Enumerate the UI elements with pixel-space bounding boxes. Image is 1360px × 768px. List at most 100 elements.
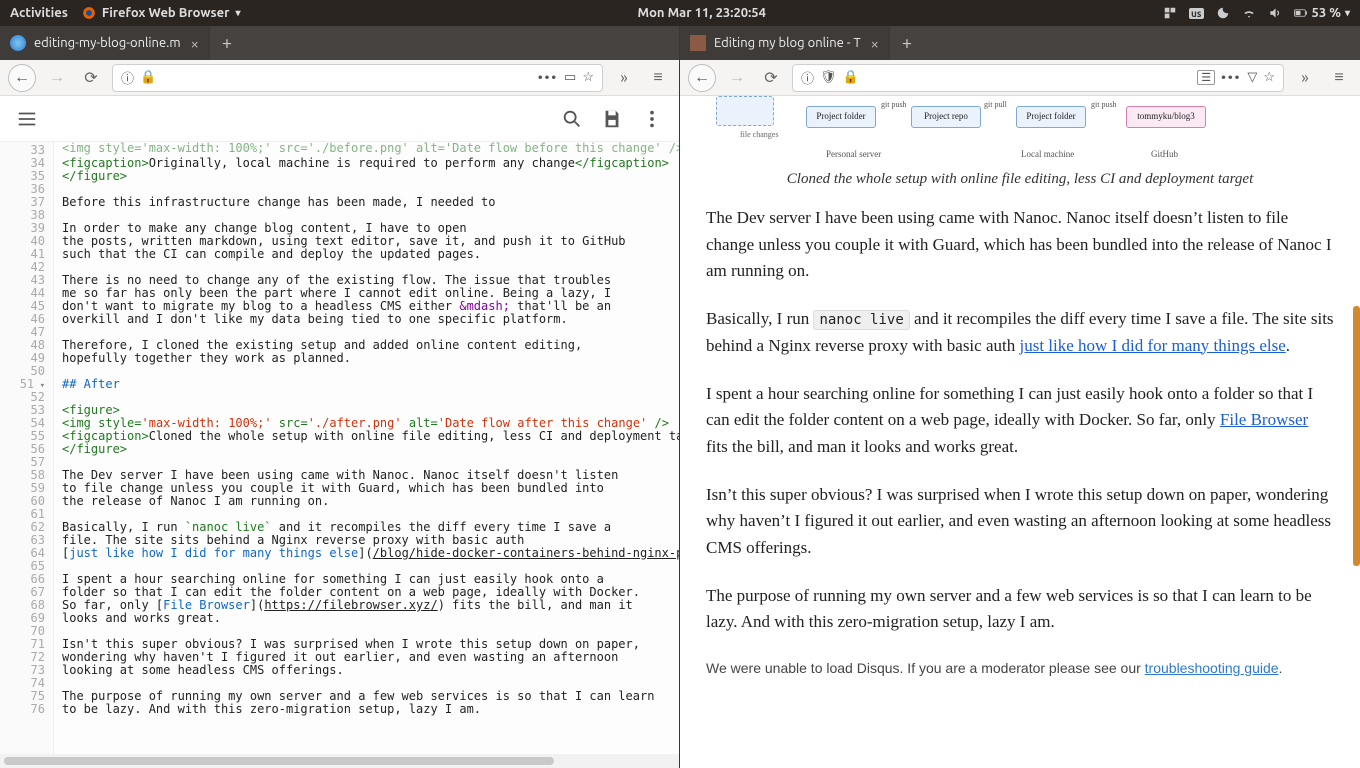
- browser-toolbar: ← → ⟳ ⓘ 🛡 🔒 ☰ ••• ▽ ☆ » ≡: [680, 60, 1360, 96]
- paragraph: Isn’t this super obvious? I was surprise…: [706, 482, 1334, 561]
- reader-mode-icon[interactable]: ☰: [1197, 70, 1215, 85]
- code-line[interactable]: [just like how I did for many things els…: [62, 547, 679, 560]
- bookmark-star-icon[interactable]: ☆: [1263, 70, 1275, 85]
- new-tab-button[interactable]: +: [210, 26, 244, 60]
- link-file-browser[interactable]: File Browser: [1220, 410, 1308, 429]
- unknown-indicator-icon[interactable]: [1163, 6, 1177, 20]
- back-button[interactable]: ←: [8, 64, 36, 92]
- diagram-label: Personal server: [826, 148, 881, 162]
- hamburger-menu-icon[interactable]: ≡: [1326, 65, 1352, 91]
- code-line[interactable]: to be lazy. And with this zero-migration…: [62, 703, 679, 716]
- browser-tab[interactable]: Editing my blog online - T ×: [680, 26, 890, 60]
- battery-indicator[interactable]: 53 % ▾: [1294, 6, 1350, 20]
- save-icon[interactable]: [599, 106, 625, 132]
- diagram-edge-label: git pull: [984, 99, 1007, 111]
- favicon-icon: [690, 35, 706, 51]
- reload-button[interactable]: ⟳: [758, 65, 784, 91]
- code-line[interactable]: <figcaption>Originally, local machine is…: [62, 157, 679, 170]
- page-action-icon[interactable]: •••: [538, 71, 558, 85]
- link-just-like[interactable]: just like how I did for many things else: [1019, 336, 1285, 355]
- code-line[interactable]: <img style='max-width: 100%;' src='./bef…: [62, 142, 679, 155]
- paragraph: I spent a hour searching online for some…: [706, 381, 1334, 460]
- tracking-shield-icon[interactable]: 🛡: [820, 70, 837, 85]
- battery-icon: [1294, 6, 1308, 20]
- url-bar[interactable]: ⓘ 🔒 ••• ▭ ☆: [112, 64, 603, 92]
- info-icon[interactable]: ⓘ: [801, 68, 814, 87]
- keyboard-layout-indicator[interactable]: us: [1189, 6, 1204, 20]
- code-line[interactable]: <figcaption>Cloned the whole setup with …: [62, 430, 679, 443]
- tab-strip: Editing my blog online - T × +: [680, 26, 1360, 60]
- overflow-icon[interactable]: »: [611, 65, 637, 91]
- favicon-icon: [10, 35, 26, 51]
- left-browser-window: editing-my-blog-online.m × + ← → ⟳ ⓘ 🔒 •…: [0, 26, 680, 768]
- text: fits the bill, and man it looks and work…: [706, 437, 1018, 456]
- code-line[interactable]: [62, 391, 679, 404]
- tab-title: Editing my blog online - T: [714, 36, 863, 50]
- inline-code: nanoc live: [813, 310, 909, 330]
- reader-mode-icon[interactable]: ▭: [564, 70, 576, 85]
- code-line[interactable]: </figure>: [62, 443, 679, 456]
- activities-button[interactable]: Activities: [10, 6, 68, 20]
- bookmark-star-icon[interactable]: ☆: [582, 70, 594, 85]
- overflow-icon[interactable]: »: [1292, 65, 1318, 91]
- browser-tab[interactable]: editing-my-blog-online.m ×: [0, 26, 210, 60]
- pocket-icon[interactable]: ▽: [1247, 70, 1257, 85]
- scrollbar-thumb[interactable]: [1353, 306, 1360, 566]
- new-tab-button[interactable]: +: [890, 26, 924, 60]
- clock[interactable]: Mon Mar 11, 23:20:54: [241, 6, 1163, 20]
- lock-icon: 🔒: [140, 70, 156, 85]
- text: Basically, I run: [706, 309, 813, 328]
- close-icon[interactable]: ×: [191, 36, 199, 51]
- search-icon[interactable]: [559, 106, 585, 132]
- vertical-scrollbar[interactable]: [1353, 96, 1360, 768]
- diagram-box: Project repo: [911, 106, 981, 128]
- hamburger-icon[interactable]: [14, 106, 40, 132]
- diagram-image: file changes Project folder git push Pro…: [716, 96, 1324, 162]
- hamburger-menu-icon[interactable]: ≡: [645, 65, 671, 91]
- diagram-box: Project folder: [1016, 106, 1086, 128]
- link-troubleshooting[interactable]: troubleshooting guide: [1145, 660, 1279, 676]
- diagram-label: Local machine: [1021, 148, 1074, 162]
- firefox-icon: [82, 6, 96, 20]
- code-line[interactable]: hopefully together they work as planned.: [62, 352, 679, 365]
- diagram-box: tommyku/blog3: [1126, 106, 1206, 128]
- code-editor[interactable]: 3334353637383940414243444546474849505152…: [0, 142, 679, 754]
- diagram-label: GitHub: [1151, 148, 1178, 162]
- code-line[interactable]: overkill and I don't like my data being …: [62, 313, 679, 326]
- editor-toolbar: [0, 96, 679, 142]
- info-icon[interactable]: ⓘ: [121, 68, 134, 87]
- paragraph: The purpose of running my own server and…: [706, 583, 1334, 636]
- volume-icon[interactable]: [1268, 6, 1282, 20]
- paragraph: Basically, I run nanoc live and it recom…: [706, 306, 1334, 359]
- code-line[interactable]: the release of Nanoc I am running on.: [62, 495, 679, 508]
- horizontal-scrollbar[interactable]: [0, 754, 679, 768]
- app-menu[interactable]: Firefox Web Browser ▾: [82, 6, 241, 20]
- page-viewport[interactable]: file changes Project folder git push Pro…: [680, 96, 1360, 768]
- night-icon[interactable]: [1216, 6, 1230, 20]
- diagram-edge-label: git push: [881, 99, 907, 111]
- diagram-edge-label: git push: [1091, 99, 1117, 111]
- code-content[interactable]: <img style='max-width: 100%;' src='./bef…: [54, 142, 679, 754]
- text: .: [1279, 660, 1283, 676]
- code-line[interactable]: ## After: [62, 378, 679, 391]
- code-line[interactable]: </figure>: [62, 170, 679, 183]
- scrollbar-thumb[interactable]: [4, 757, 554, 765]
- code-line[interactable]: looking at some headless CMS offerings.: [62, 664, 679, 677]
- code-line[interactable]: looks and works great.: [62, 612, 679, 625]
- wifi-icon[interactable]: [1242, 6, 1256, 20]
- page-action-icon[interactable]: •••: [1221, 71, 1241, 85]
- tab-strip: editing-my-blog-online.m × +: [0, 26, 679, 60]
- close-icon[interactable]: ×: [871, 36, 879, 51]
- reload-button[interactable]: ⟳: [78, 65, 104, 91]
- forward-button: →: [44, 65, 70, 91]
- url-bar[interactable]: ⓘ 🛡 🔒 ☰ ••• ▽ ☆: [792, 64, 1284, 92]
- disqus-error: We were unable to load Disqus. If you ar…: [706, 658, 1334, 680]
- code-line[interactable]: [62, 365, 679, 378]
- figure: file changes Project folder git push Pro…: [706, 96, 1334, 191]
- back-button[interactable]: ←: [688, 64, 716, 92]
- code-line[interactable]: such that the CI can compile and deploy …: [62, 248, 679, 261]
- kebab-menu-icon[interactable]: [639, 106, 665, 132]
- code-line[interactable]: Before this infrastructure change has be…: [62, 196, 679, 209]
- gnome-topbar: Activities Firefox Web Browser ▾ Mon Mar…: [0, 0, 1360, 26]
- line-gutter: 3334353637383940414243444546474849505152…: [0, 142, 54, 754]
